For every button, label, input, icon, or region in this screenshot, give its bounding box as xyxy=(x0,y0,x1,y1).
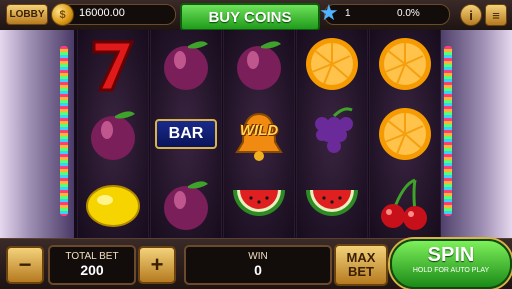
reel-2: BAR xyxy=(150,30,222,238)
spin-button[interactable]: SPIN HOLD FOR AUTO PLAY xyxy=(390,239,512,289)
plum-symbol xyxy=(151,30,221,98)
lobby-button[interactable]: LOBBY xyxy=(6,4,48,25)
spin-subtitle: HOLD FOR AUTO PLAY xyxy=(412,267,490,274)
orange-symbol xyxy=(297,30,367,98)
reel-5 xyxy=(369,30,441,238)
top-bar: LOBBY $ 16000.00 BUY COINS ★ 1 0.0% i ≡ xyxy=(0,0,512,31)
coin-balance: $ 16000.00 xyxy=(51,3,176,26)
spin-label: SPIN xyxy=(427,244,475,266)
star-icon: ★ xyxy=(319,0,339,25)
total-bet-label: TOTAL BET xyxy=(65,251,119,262)
seven-symbol xyxy=(78,30,148,98)
left-cabinet xyxy=(0,30,74,238)
light-strip-left xyxy=(60,46,68,216)
bar-symbol: BAR xyxy=(151,100,221,168)
plum-symbol xyxy=(224,30,294,98)
max-bet-button[interactable]: MAX BET xyxy=(334,244,388,286)
total-bet-panel: TOTAL BET 200 xyxy=(48,245,136,285)
watermelon-symbol xyxy=(224,170,294,238)
bar-label: BAR xyxy=(155,119,217,149)
reel-1 xyxy=(77,30,149,238)
win-label: WIN xyxy=(248,251,268,262)
reel-4 xyxy=(296,30,368,238)
reels-area: BAR WILD xyxy=(74,30,441,238)
decrease-bet-button[interactable]: − xyxy=(6,246,44,284)
watermelon-symbol xyxy=(297,170,367,238)
increase-bet-button[interactable]: + xyxy=(138,246,176,284)
balance-value: 16000.00 xyxy=(79,7,125,19)
xp-percent: 0.0% xyxy=(397,8,420,19)
coin-icon: $ xyxy=(51,3,74,26)
grapes-symbol xyxy=(297,100,367,168)
info-icon[interactable]: i xyxy=(460,4,482,26)
max-bet-line1: MAX xyxy=(346,250,376,265)
total-bet-value: 200 xyxy=(80,262,104,278)
light-strip-right xyxy=(444,46,452,216)
win-value: 0 xyxy=(254,262,262,278)
right-cabinet xyxy=(438,30,512,238)
level-number: 1 xyxy=(345,8,351,19)
bell-wild-symbol: WILD xyxy=(224,100,294,168)
win-panel: WIN 0 xyxy=(184,245,332,285)
max-bet-line2: BET xyxy=(348,264,374,279)
buy-coins-button[interactable]: BUY COINS xyxy=(180,3,320,31)
orange-symbol xyxy=(370,30,440,98)
plum-symbol xyxy=(78,100,148,168)
cherries-symbol xyxy=(370,170,440,238)
reel-3: WILD xyxy=(223,30,295,238)
level-progress: ★ 1 0.0% xyxy=(319,1,450,25)
plum-symbol xyxy=(151,170,221,238)
wild-label: WILD xyxy=(239,122,279,139)
menu-icon[interactable]: ≡ xyxy=(485,4,507,26)
orange-symbol xyxy=(370,100,440,168)
lemon-symbol xyxy=(78,170,148,238)
